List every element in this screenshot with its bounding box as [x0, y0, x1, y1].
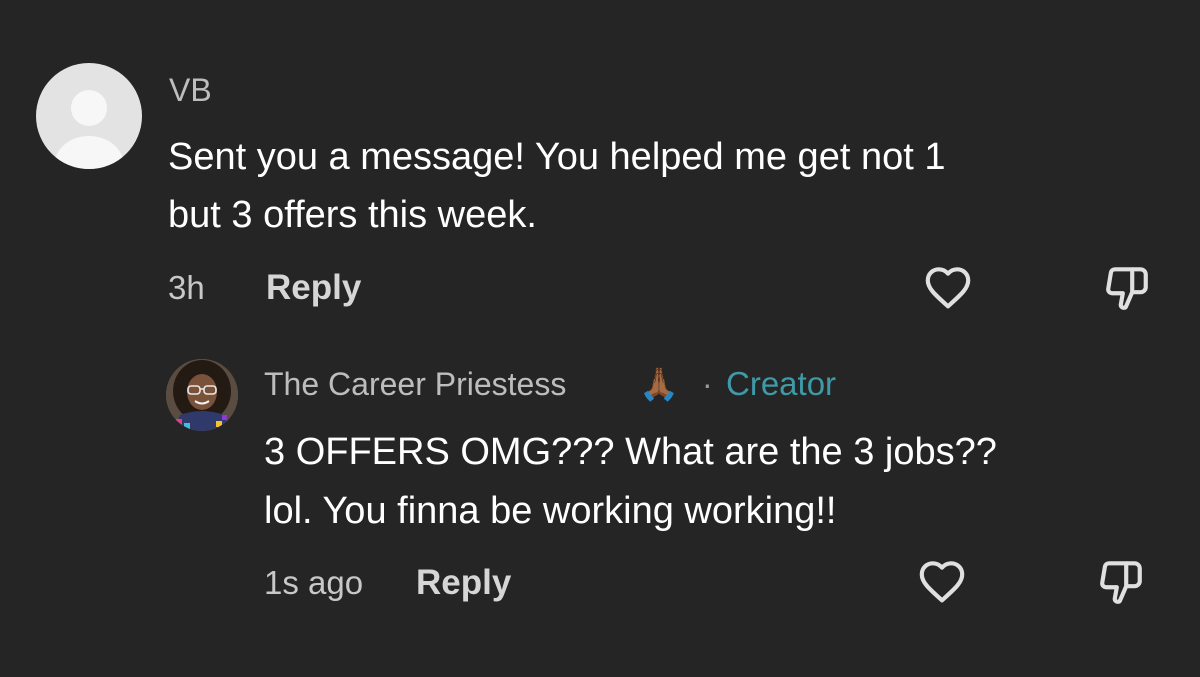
avatar-head-silhouette — [71, 90, 107, 126]
reply-timestamp: 1s ago — [264, 564, 364, 601]
reply-reply-button[interactable]: Reply — [416, 563, 511, 603]
reply-text-line-2: lol. You finna be working working!! — [264, 490, 837, 532]
thumbs-down-icon — [1106, 267, 1148, 310]
comments-thread: VB Sent you a message! You helped me get… — [0, 0, 1200, 677]
comment-text-line-2: but 3 offers this week. — [168, 194, 537, 236]
comment-text-line-1: Sent you a message! You helped me get no… — [168, 136, 946, 178]
comment-like-button[interactable] — [921, 262, 975, 312]
folded-hands-emoji: 🙏🏾 — [639, 366, 679, 402]
heart-icon — [925, 267, 971, 309]
creator-avatar[interactable] — [166, 359, 238, 431]
creator-badge: Creator — [726, 365, 837, 402]
comment-username[interactable]: VB — [169, 70, 212, 110]
heart-icon — [919, 561, 965, 603]
reply-like-button[interactable] — [915, 556, 969, 606]
thumbs-down-icon — [1100, 561, 1142, 604]
reply-dislike-button[interactable] — [1094, 556, 1148, 606]
comment-dislike-button[interactable] — [1100, 262, 1154, 312]
reply-text-line-1: 3 OFFERS OMG??? What are the 3 jobs?? — [264, 431, 997, 473]
creator-separator: · — [702, 366, 713, 402]
reply-username[interactable]: The Career Priestess — [264, 364, 566, 404]
avatar-shoulders-silhouette — [54, 136, 124, 169]
creator-avatar-image — [166, 359, 238, 431]
default-avatar[interactable] — [36, 63, 142, 169]
comment-reply-button[interactable]: Reply — [266, 268, 361, 308]
comment-timestamp: 3h — [168, 269, 205, 306]
